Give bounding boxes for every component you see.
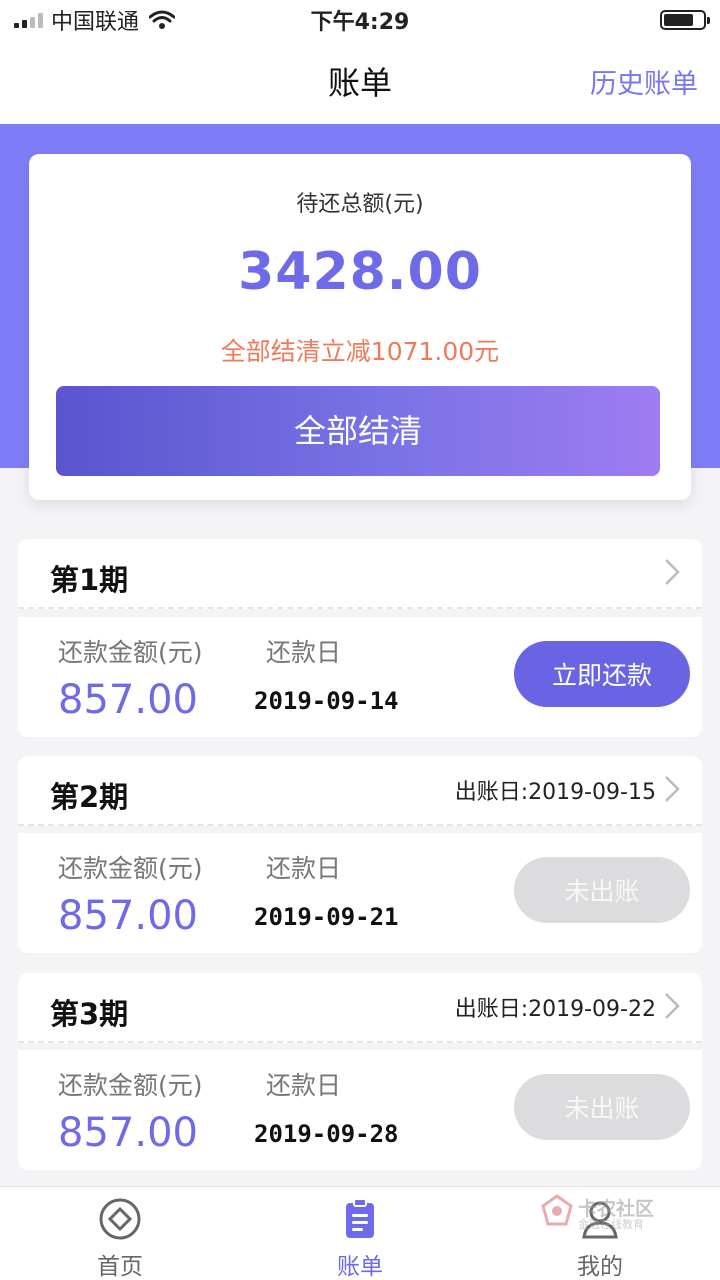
tab-label: 我的 bbox=[577, 1254, 623, 1280]
pay-now-button[interactable]: 立即还款 bbox=[514, 641, 690, 707]
due-date: 2019-09-14 bbox=[254, 687, 399, 715]
watermark-subtext: 金融在线教育 bbox=[578, 1218, 644, 1231]
signal-icon bbox=[14, 12, 43, 28]
history-bills-link[interactable]: 历史账单 bbox=[590, 62, 698, 101]
due-label: 还款日 bbox=[266, 1071, 342, 1100]
chevron-right-icon bbox=[665, 776, 680, 802]
watermark: 卡农社区 金融在线教育 bbox=[540, 1192, 670, 1232]
installment-card: 还款金额(元) 还款日 857.00 2019-09-14 立即还款 bbox=[18, 617, 702, 737]
wifi-icon bbox=[149, 10, 176, 29]
due-label: 还款日 bbox=[266, 854, 342, 883]
installment-card: 还款金额(元) 还款日 857.00 2019-09-21 未出账 bbox=[18, 833, 702, 953]
not-billed-button[interactable]: 未出账 bbox=[514, 1074, 690, 1140]
not-billed-button[interactable]: 未出账 bbox=[514, 857, 690, 923]
battery-icon bbox=[660, 10, 710, 30]
watermark-logo-icon bbox=[541, 1194, 573, 1226]
amount-label: 还款金额(元) bbox=[58, 854, 203, 883]
settle-all-button[interactable]: 全部结清 bbox=[56, 386, 660, 476]
carrier-name: 中国联通 bbox=[51, 10, 140, 35]
bill-icon bbox=[346, 1198, 374, 1238]
summary-card: 待还总额(元) 3428.00 全部结清立减1071.00元 全部结清 bbox=[29, 154, 691, 500]
installment-header[interactable]: 第1期 bbox=[18, 539, 702, 609]
bill-date: 出账日:2019-09-15 bbox=[454, 780, 656, 805]
installment-header[interactable]: 第3期 出账日:2019-09-22 bbox=[18, 973, 702, 1043]
tab-label: 首页 bbox=[97, 1254, 143, 1280]
installment-amount: 857.00 bbox=[58, 1110, 198, 1156]
discount-note: 全部结清立减1071.00元 bbox=[220, 337, 500, 366]
chevron-right-icon bbox=[665, 559, 680, 585]
due-date: 2019-09-21 bbox=[254, 903, 399, 931]
due-label: 还款日 bbox=[266, 638, 342, 667]
total-due-amount: 3428.00 bbox=[238, 242, 482, 302]
period-label: 第2期 bbox=[50, 780, 129, 814]
chevron-right-icon bbox=[665, 993, 680, 1019]
total-due-label: 待还总额(元) bbox=[296, 192, 424, 217]
due-date: 2019-09-28 bbox=[254, 1120, 399, 1148]
installment-header[interactable]: 第2期 出账日:2019-09-15 bbox=[18, 756, 702, 826]
nav-bar: 账单 历史账单 bbox=[0, 40, 720, 124]
installment-card: 还款金额(元) 还款日 857.00 2019-09-28 未出账 bbox=[18, 1050, 702, 1170]
bill-date: 出账日:2019-09-22 bbox=[454, 997, 656, 1022]
amount-label: 还款金额(元) bbox=[58, 638, 203, 667]
home-icon bbox=[99, 1198, 141, 1240]
period-label: 第3期 bbox=[50, 997, 129, 1031]
tab-home[interactable]: 首页 bbox=[0, 1187, 240, 1280]
tab-label: 账单 bbox=[337, 1254, 383, 1280]
status-bar: 中国联通 下午4:29 bbox=[0, 0, 720, 40]
amount-label: 还款金额(元) bbox=[58, 1071, 203, 1100]
installment-amount: 857.00 bbox=[58, 677, 198, 723]
installment-amount: 857.00 bbox=[58, 893, 198, 939]
tab-bill[interactable]: 账单 bbox=[240, 1187, 480, 1280]
period-label: 第1期 bbox=[50, 563, 129, 597]
